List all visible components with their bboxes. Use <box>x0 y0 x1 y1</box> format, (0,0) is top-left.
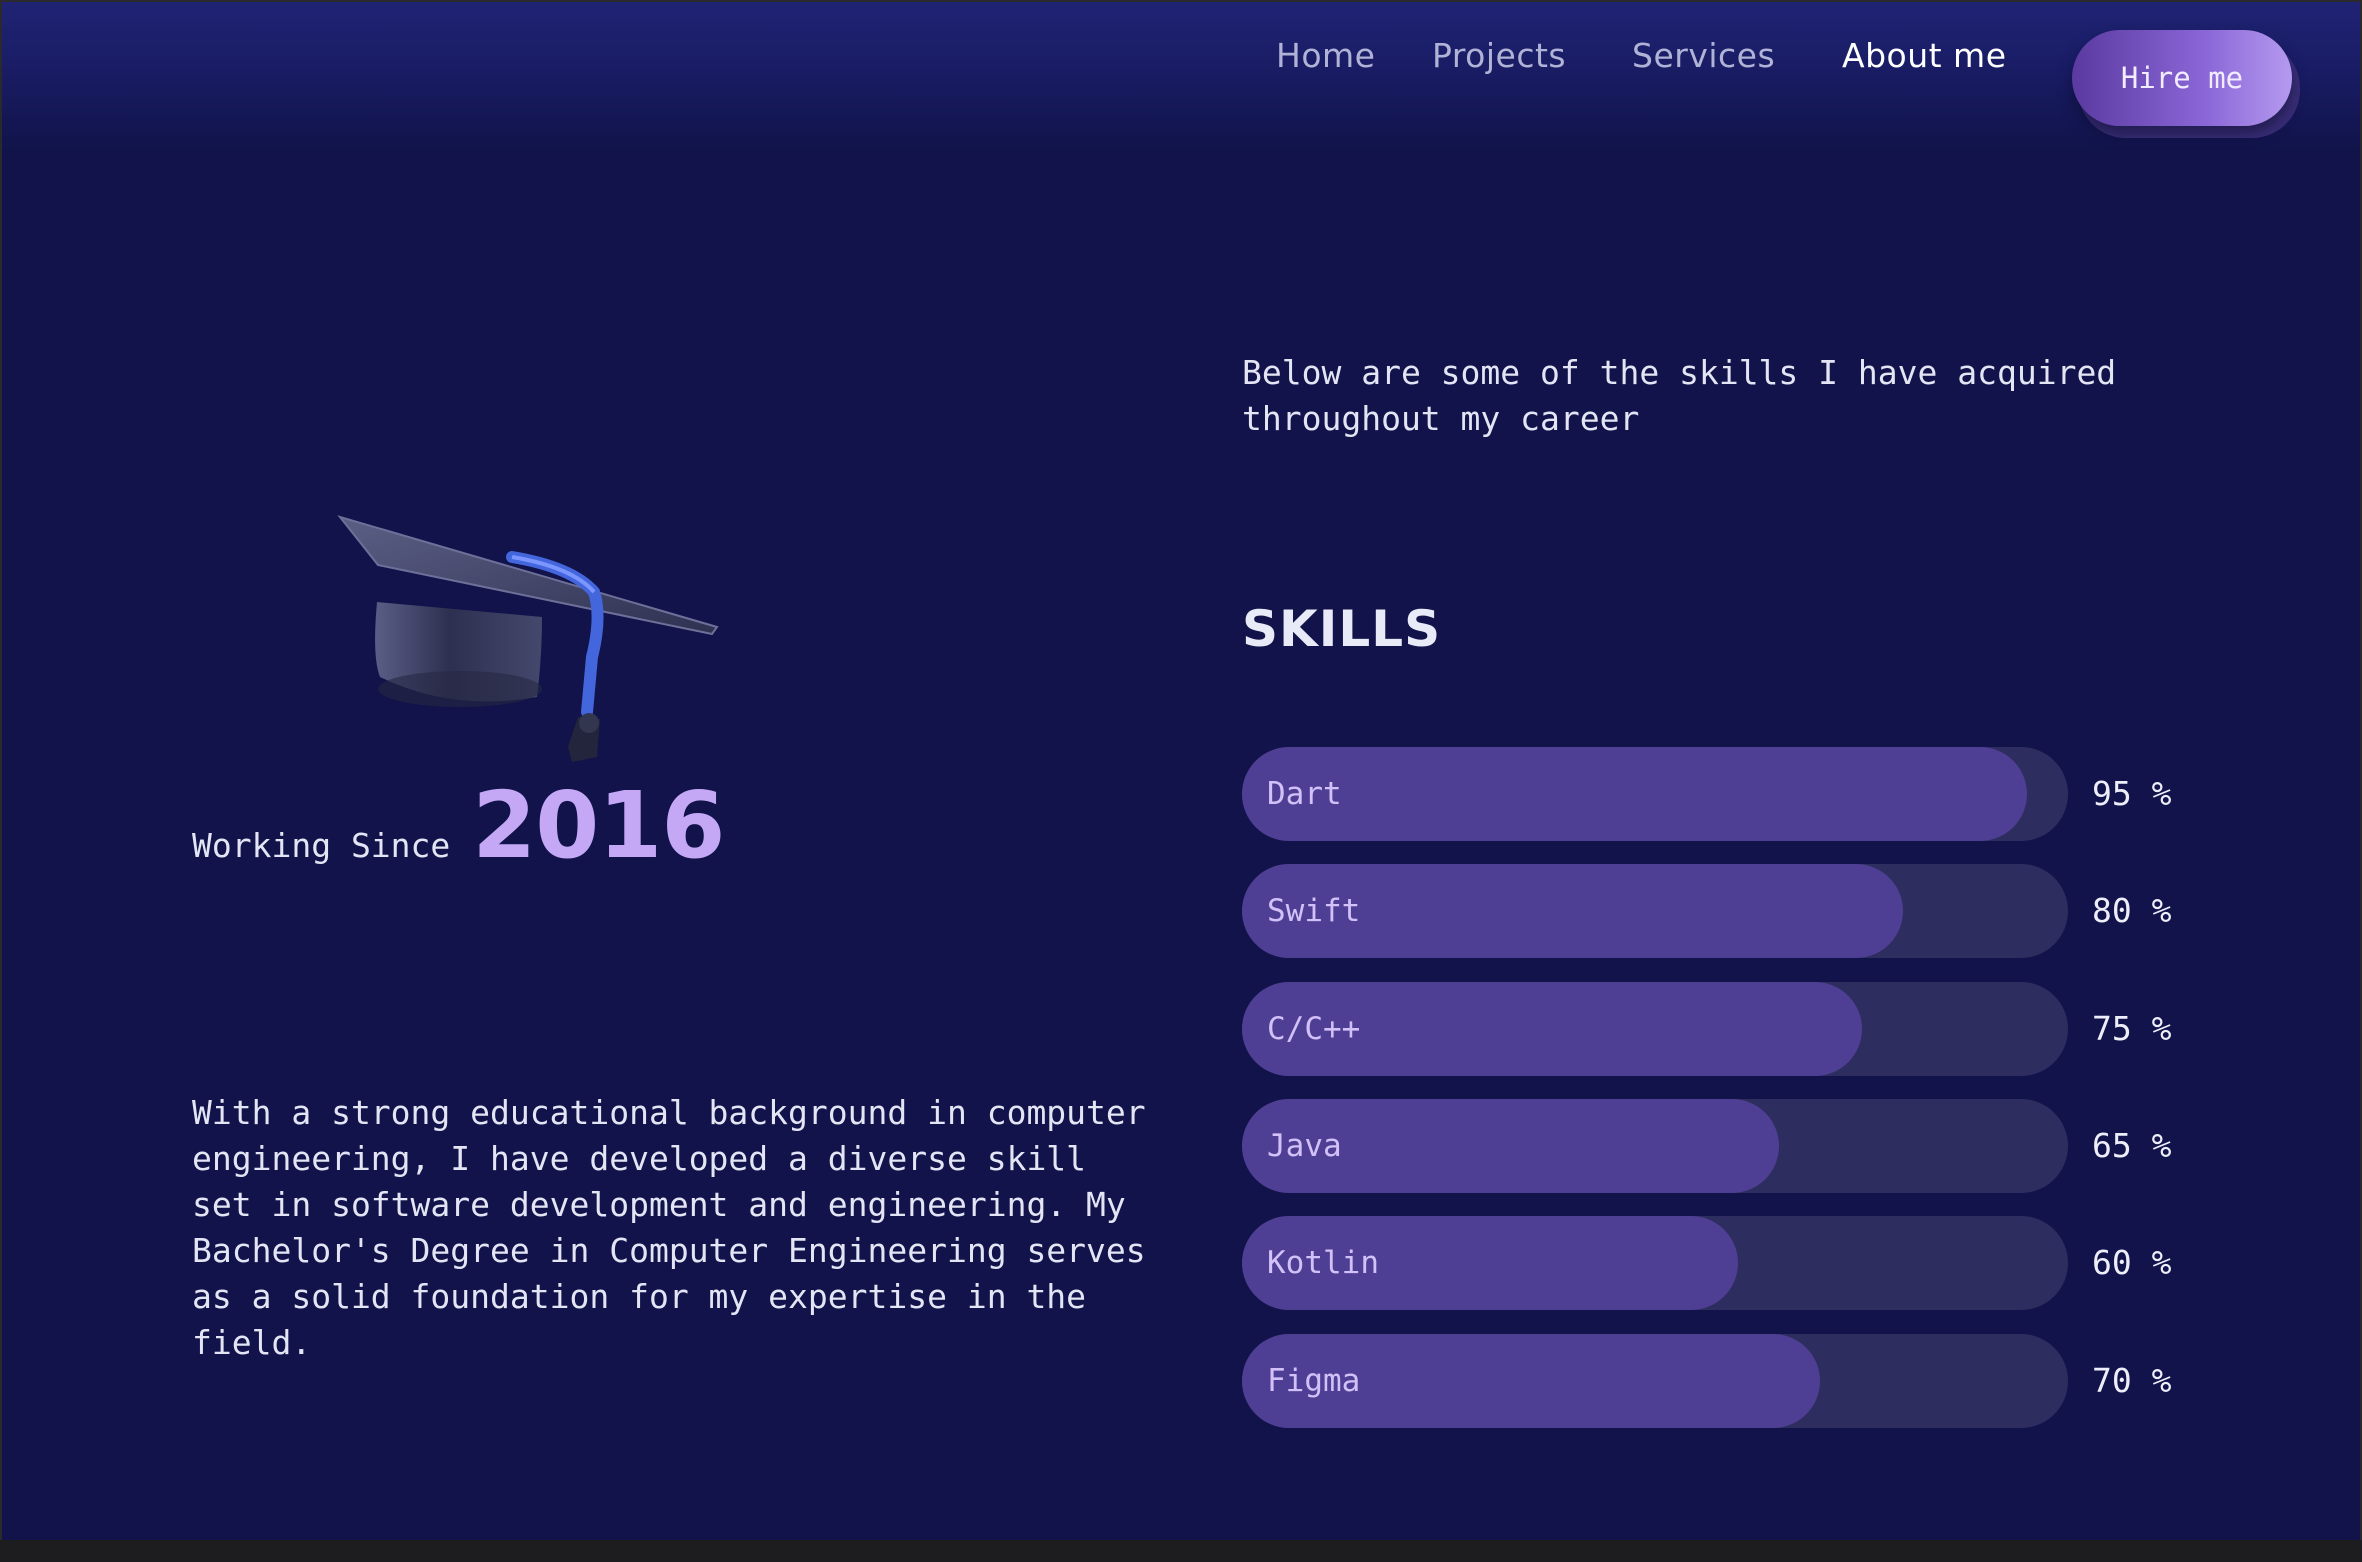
nav-projects[interactable]: Projects <box>1432 36 1566 75</box>
skill-row-c-c-: C/C++ 75 % <box>1242 982 2222 1076</box>
graduation-cap-icon <box>337 515 719 762</box>
skill-bar-track: Swift <box>1242 864 2068 958</box>
skill-name: C/C++ <box>1267 1011 1361 1047</box>
skill-percent: 75 % <box>2092 1009 2172 1048</box>
skill-percent: 70 % <box>2092 1361 2172 1400</box>
skill-row-swift: Swift 80 % <box>1242 864 2222 958</box>
nav-home[interactable]: Home <box>1276 36 1375 75</box>
working-since-label: Working Since <box>192 826 451 865</box>
skill-name: Kotlin <box>1267 1245 1379 1281</box>
working-since: Working Since 2016 <box>192 772 725 879</box>
skill-bar-track: Java <box>1242 1099 2068 1193</box>
terminal-strip <box>0 1540 2362 1562</box>
skill-percent: 80 % <box>2092 891 2172 930</box>
skill-percent: 65 % <box>2092 1126 2172 1165</box>
skill-row-figma: Figma 70 % <box>1242 1334 2222 1428</box>
skill-name: Figma <box>1267 1363 1361 1399</box>
skill-bar-track: C/C++ <box>1242 982 2068 1076</box>
skill-bar-track: Kotlin <box>1242 1216 2068 1310</box>
skills-intro: Below are some of the skills I have acqu… <box>1242 353 2117 438</box>
skills-title: SKILLS <box>1242 600 1442 658</box>
bio-text: With a strong educational background in … <box>192 1093 1146 1362</box>
skill-percent: 60 % <box>2092 1243 2172 1282</box>
skill-bar-track: Figma <box>1242 1334 2068 1428</box>
nav-services[interactable]: Services <box>1632 36 1775 75</box>
skill-row-dart: Dart 95 % <box>1242 747 2222 841</box>
skill-percent: 95 % <box>2092 774 2172 813</box>
skill-row-java: Java 65 % <box>1242 1099 2222 1193</box>
skill-bar-track: Dart <box>1242 747 2068 841</box>
skill-name: Swift <box>1267 893 1361 929</box>
page: Home Projects Services About me Hire me <box>2 2 2360 1556</box>
skill-bar-fill <box>1242 747 2027 841</box>
hire-me-button[interactable]: Hire me <box>2072 30 2292 126</box>
skill-row-kotlin: Kotlin 60 % <box>1242 1216 2222 1310</box>
working-since-year: 2016 <box>472 772 725 879</box>
skill-name: Java <box>1267 1128 1342 1164</box>
nav-about-me[interactable]: About me <box>1842 36 2007 75</box>
top-nav: Home Projects Services About me Hire me <box>2 2 2360 152</box>
skill-name: Dart <box>1267 776 1342 812</box>
